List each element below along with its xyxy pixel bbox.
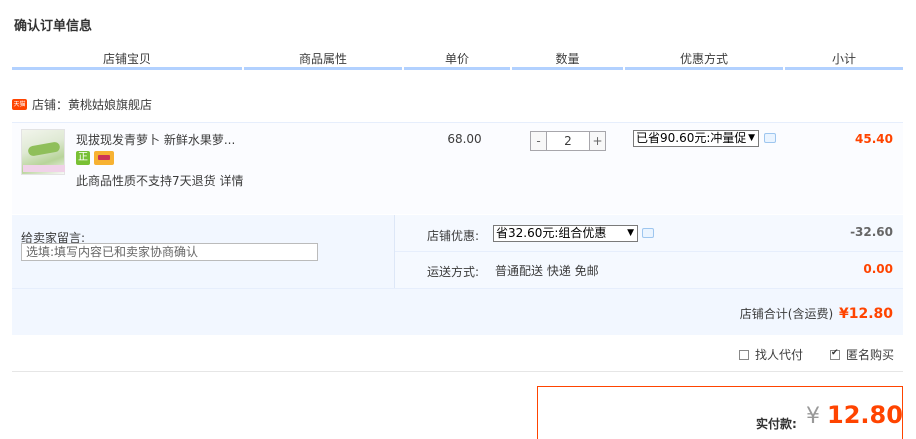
column-header: 店铺宝贝 商品属性 单价 数量 优惠方式 小计 bbox=[0, 50, 916, 67]
shop-discount-amount: -32.60 bbox=[850, 225, 893, 239]
return-policy-note: 此商品性质不支持7天退货 详情 bbox=[76, 174, 244, 188]
payment-amount: 12.80 bbox=[827, 401, 903, 429]
order-item: 现拔现发青萝卜 新鲜水果萝... 正 此商品性质不支持7天退货 详情 68.00… bbox=[12, 122, 903, 214]
shop-total-label: 店铺合计(含运费) bbox=[739, 307, 834, 321]
proxy-pay-checkbox[interactable] bbox=[739, 349, 749, 360]
shop-discount-select[interactable]: 省32.60元:组合优惠 ▼ bbox=[493, 225, 638, 242]
dropdown-arrow-icon: ▼ bbox=[627, 228, 634, 238]
guarantee-icon[interactable]: 正 bbox=[76, 151, 90, 165]
shop-name-link[interactable]: 店铺：黄桃姑娘旗舰店 bbox=[32, 96, 152, 113]
shipping-method: 普通配送 快递 免邮 bbox=[495, 264, 599, 278]
payment-summary: 实付款: ¥ 12.80 bbox=[537, 386, 903, 439]
quantity-stepper: - 2 + bbox=[530, 131, 606, 151]
page-title: 确认订单信息 bbox=[14, 19, 93, 34]
column-attributes: 商品属性 bbox=[298, 52, 347, 66]
anonymous-purchase-checkbox[interactable] bbox=[830, 348, 840, 360]
shipping-label: 运送方式: bbox=[427, 265, 480, 279]
shop-discount-label: 店铺优惠: bbox=[427, 229, 480, 243]
column-divider bbox=[404, 67, 510, 70]
column-divider bbox=[625, 67, 783, 70]
section-divider bbox=[12, 371, 903, 372]
total-divider bbox=[12, 288, 903, 289]
shipping-fee: 0.00 bbox=[863, 262, 893, 276]
card-icon[interactable] bbox=[94, 151, 114, 165]
column-divider bbox=[244, 67, 402, 70]
seller-message-input[interactable]: 选填:填写内容已和卖家协商确认 bbox=[21, 243, 318, 261]
item-promo-select[interactable]: 已省90.60元:冲量促 ▼ bbox=[633, 130, 759, 147]
product-thumbnail[interactable] bbox=[21, 129, 65, 175]
quantity-input[interactable]: 2 bbox=[547, 131, 589, 151]
payment-label: 实付款: bbox=[756, 417, 797, 431]
item-promo-value: 已省90.60元:冲量促 bbox=[636, 131, 747, 145]
fees-divider bbox=[395, 251, 903, 252]
column-discount: 优惠方式 bbox=[679, 52, 728, 66]
anonymous-purchase-label: 匿名购买 bbox=[846, 348, 895, 362]
proxy-pay-option[interactable]: 找人代付 bbox=[739, 346, 803, 363]
column-divider bbox=[512, 67, 623, 70]
dropdown-arrow-icon: ▼ bbox=[748, 133, 755, 143]
column-unit-price: 单价 bbox=[444, 52, 469, 66]
item-subtotal: 45.40 bbox=[855, 132, 893, 146]
service-icons: 正 bbox=[76, 151, 114, 165]
column-shop-item: 店铺宝贝 bbox=[102, 52, 151, 66]
order-summary-block: 给卖家留言: 选填:填写内容已和卖家协商确认 店铺优惠: 省32.60元:组合优… bbox=[12, 215, 903, 335]
column-divider bbox=[785, 67, 903, 70]
quantity-increase-button[interactable]: + bbox=[589, 131, 606, 151]
proxy-pay-label: 找人代付 bbox=[755, 348, 804, 362]
seller-message-area: 给卖家留言: 选填:填写内容已和卖家协商确认 bbox=[12, 215, 395, 288]
shop-total-amount: ¥12.80 bbox=[838, 306, 893, 322]
column-quantity: 数量 bbox=[555, 52, 580, 66]
anonymous-purchase-option[interactable]: 匿名购买 bbox=[830, 346, 894, 363]
promo-info-icon[interactable] bbox=[764, 133, 776, 143]
shop-discount-value: 省32.60元:组合优惠 bbox=[496, 226, 607, 240]
column-subtotal: 小计 bbox=[831, 52, 856, 66]
shop-row: 天猫 店铺：黄桃姑娘旗舰店 bbox=[12, 96, 152, 112]
unit-price: 68.00 bbox=[447, 132, 482, 146]
column-divider bbox=[12, 67, 242, 70]
quantity-decrease-button[interactable]: - bbox=[530, 131, 547, 151]
shop-total: 店铺合计(含运费) ¥12.80 bbox=[740, 305, 893, 322]
product-title-link[interactable]: 现拔现发青萝卜 新鲜水果萝... bbox=[76, 131, 235, 148]
currency-symbol: ¥ bbox=[806, 404, 820, 429]
tmall-badge-icon: 天猫 bbox=[12, 98, 27, 110]
discount-info-icon[interactable] bbox=[642, 228, 654, 238]
